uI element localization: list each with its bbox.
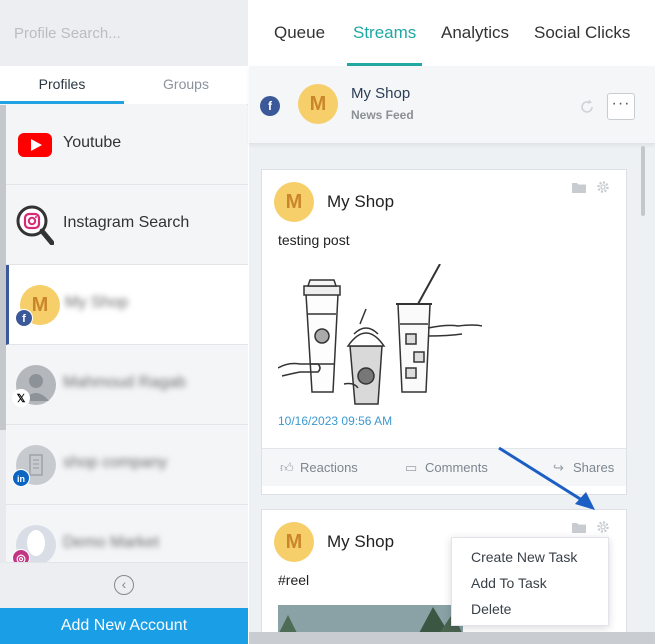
profile-name: Instagram Search: [63, 214, 190, 231]
post-avatar: M: [274, 522, 314, 562]
x-icon: 𝕏: [12, 389, 30, 407]
create-new-task-menu-item[interactable]: Create New Task: [452, 546, 608, 572]
horizontal-scrollbar[interactable]: [249, 632, 655, 644]
chevron-left-icon[interactable]: ‹: [114, 575, 134, 595]
add-to-task-menu-item[interactable]: Add To Task: [452, 572, 608, 598]
sidebar-collapse-bar: ‹: [0, 563, 248, 608]
youtube-icon: [18, 133, 52, 157]
stream-header: f M My Shop News Feed ···: [249, 66, 655, 144]
gear-icon[interactable]: [596, 180, 610, 194]
profile-item-my-shop[interactable]: M f My Shop: [6, 265, 248, 345]
tab-analytics[interactable]: Analytics: [441, 0, 509, 66]
profile-name: shop company: [63, 454, 168, 471]
profile-search-input[interactable]: [0, 0, 220, 66]
stream-subtitle: News Feed: [351, 108, 414, 122]
post-image: [278, 264, 483, 405]
profile-name: My Shop: [65, 294, 129, 311]
main-panel: Queue Streams Analytics Social Clicks f …: [249, 0, 655, 644]
post-author: My Shop: [327, 532, 395, 551]
delete-menu-item[interactable]: Delete: [452, 598, 608, 624]
profile-item-demo-market[interactable]: ◎ Demo Market: [6, 505, 248, 563]
refresh-icon[interactable]: [578, 98, 596, 116]
instagram-search-icon: [16, 205, 54, 245]
tab-groups[interactable]: Groups: [124, 66, 248, 104]
profile-name: Demo Market: [63, 534, 160, 551]
gear-icon[interactable]: [596, 520, 610, 534]
profile-item-mahmoud-ragab[interactable]: 𝕏 Mahmoud Ragab: [6, 345, 248, 425]
stream-avatar: M: [298, 84, 338, 124]
post-options-menu: Create New Task Add To Task Delete: [451, 537, 609, 626]
profile-search: [0, 0, 248, 66]
instagram-icon: ◎: [12, 549, 30, 562]
sidebar: Profiles Groups Youtube Instagram Search…: [0, 0, 248, 644]
post-text: testing post: [278, 232, 350, 248]
profile-item-shop-company[interactable]: in shop company: [6, 425, 248, 505]
annotation-arrow: [498, 446, 595, 510]
post-text: #reel: [278, 572, 310, 588]
folder-icon[interactable]: [572, 522, 586, 533]
linkedin-icon: in: [12, 469, 30, 487]
add-new-account-button[interactable]: Add New Account: [0, 608, 248, 644]
more-options-button[interactable]: ···: [607, 93, 635, 120]
folder-icon[interactable]: [572, 182, 586, 193]
thumbs-up-icon: 👍︎: [280, 460, 294, 475]
facebook-icon: f: [260, 96, 280, 116]
top-navigation: Queue Streams Analytics Social Clicks: [249, 0, 655, 66]
facebook-icon: f: [15, 309, 33, 327]
profile-name: Mahmoud Ragab: [63, 374, 186, 391]
post-avatar: M: [274, 182, 314, 222]
tab-streams[interactable]: Streams: [346, 0, 423, 66]
stream-name: My Shop: [351, 85, 411, 102]
tab-profiles[interactable]: Profiles: [0, 66, 124, 104]
reactions-button[interactable]: 👍︎ Reactions: [280, 460, 358, 476]
profile-name: Youtube: [63, 134, 122, 151]
comment-icon: ▭: [405, 460, 418, 475]
tab-social-clicks[interactable]: Social Clicks: [534, 0, 630, 66]
profile-item-youtube[interactable]: Youtube: [6, 105, 248, 185]
post-date[interactable]: 10/16/2023 09:56 AM: [278, 414, 392, 428]
comments-button[interactable]: ▭ Comments: [405, 460, 488, 476]
tab-queue[interactable]: Queue: [274, 0, 325, 66]
profile-tabs: Profiles Groups: [0, 66, 248, 104]
post-image: [278, 605, 463, 635]
post-author: My Shop: [327, 192, 395, 211]
profile-item-instagram-search[interactable]: Instagram Search: [6, 185, 248, 265]
main-scroll-thumb[interactable]: [641, 146, 645, 216]
